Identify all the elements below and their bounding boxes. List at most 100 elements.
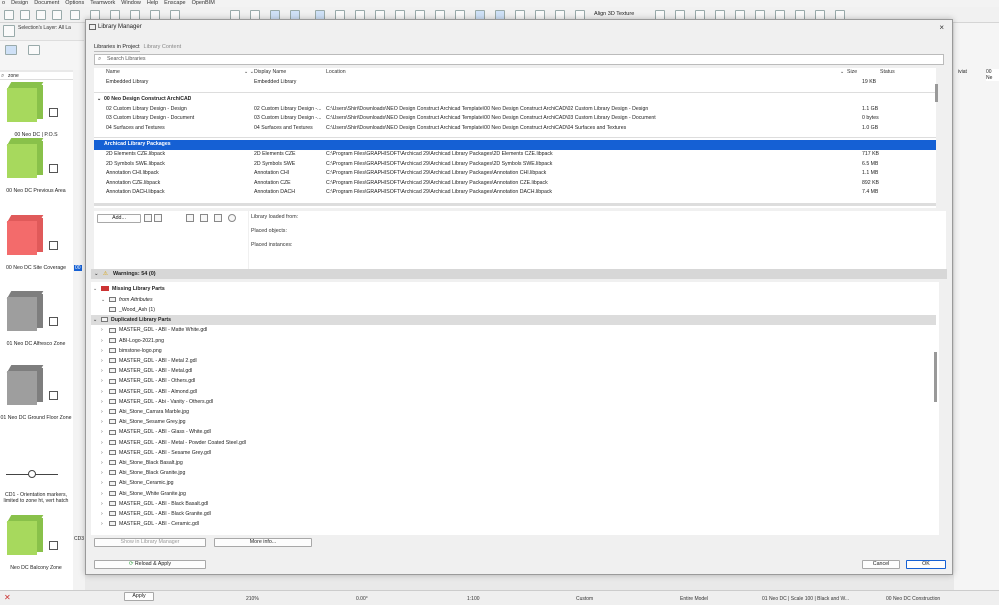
chevron-down-icon[interactable]: ⌄ [93,315,101,325]
col-name[interactable]: Name [106,69,120,75]
collapse-icon[interactable]: ⌄ [94,269,99,279]
pointer-icon[interactable] [70,10,80,20]
table-row[interactable]: 02 Custom Library Design - Design 02 Cust… [94,105,936,115]
reload-apply-button[interactable]: ⟳ Reload & Apply [94,560,206,569]
magic-wand-icon[interactable] [5,45,17,55]
selection-icon[interactable] [3,25,15,37]
palette-item[interactable]: Neo DC Balcony Zone [0,513,72,583]
menu-item-5[interactable]: Window [121,0,141,7]
menu-item-3[interactable]: Options [65,0,84,7]
table-row[interactable]: 2D Symbols SWE.libpack 2D Symbols SWE C:\P… [94,160,936,170]
menu-item-1[interactable]: Design [11,0,28,7]
tree-item[interactable]: › MASTER_GDL - ABI - Metal 2.gdl [91,356,197,366]
chevron-right-icon[interactable]: › [101,448,109,458]
col-size[interactable]: Size [847,69,857,75]
table-hscrollbar[interactable] [94,203,936,206]
col-display-name[interactable]: Display Name [254,69,286,75]
tree-item[interactable]: › MASTER_GDL - ABI - Black Granite.gdl [91,509,211,519]
menu-item-0[interactable]: o [2,0,5,7]
table-row[interactable]: 04 Surfaces and Textures 04 Surfaces and … [94,124,936,134]
info-icon[interactable] [228,214,236,222]
table-row[interactable]: Annotation CZE.libpack Annotation CZE C:\P… [94,179,936,189]
chevron-right-icon[interactable]: › [101,489,109,499]
col-location[interactable]: Location [326,69,346,75]
tree-item[interactable]: › Abi_Stone_White Granite.jpg [91,489,186,499]
tree-group-header[interactable]: ⌄ Duplicated Library Parts [91,314,936,325]
chevron-right-icon[interactable]: › [101,478,109,488]
construction-setting[interactable]: 00 Neo DC Construction [886,596,940,602]
tree-item[interactable]: › MASTER_GDL - ABI - Black Basalt.gdl [91,499,208,509]
table-row[interactable]: Annotation CHI.libpack Annotation CHI C:\P… [94,169,936,179]
menu-item-6[interactable]: Help [147,0,158,7]
zoom-value[interactable]: 210% [246,596,259,602]
tree-item[interactable]: › MASTER_GDL - ABI - Metal.gdl [91,366,192,376]
tree-item[interactable]: › MASTER_GDL - Abi - Vanity - Others.gdl [91,397,213,407]
tree-group-header[interactable]: ⌄ Missing Library Parts [91,284,165,294]
text-icon[interactable] [36,10,46,20]
tree-item[interactable]: › MASTER_GDL - ABI - Glass - White.gdl [91,427,211,437]
tree-item[interactable]: › MASTER_GDL - ABI - Metal - Powder Coate… [91,438,246,448]
chevron-right-icon[interactable]: › [101,356,109,366]
chevron-right-icon[interactable]: › [101,376,109,386]
tree-item[interactable]: › Abi_Stone_Carrara Marble.jpg [91,407,189,417]
table-row[interactable]: Annotation DACH.libpack Annotation DACH C:… [94,188,936,198]
palette-item[interactable]: 01 Neo DC Alfresco Zone [0,289,72,359]
warnings-header[interactable]: ⌄ ⚠ Warnings: 54 (0) [91,269,947,279]
tree-item[interactable]: › MASTER_GDL - ABI - Others.gdl [91,376,195,386]
tree-item[interactable]: › MASTER_GDL - ABI - Matte White.gdl [91,325,207,335]
tree-item[interactable]: › ABI-Logo-2021.png [91,336,164,346]
tree-item[interactable]: › MASTER_GDL - ABI - Sesame Grey.gdl [91,448,211,458]
chevron-right-icon[interactable]: › [101,519,109,529]
table-scrollbar[interactable] [935,84,938,102]
angle-value[interactable]: 0.00° [356,596,368,602]
col-status[interactable]: Status [880,69,895,75]
tree-item[interactable]: › Abi_Stone_Sesame Grey.jpg [91,417,186,427]
tab-libraries-in-project[interactable]: Libraries in Project [94,44,140,52]
ok-button[interactable]: OK [906,560,946,569]
tree-item[interactable]: › MASTER_GDL - ABI - Ceramic.gdl [91,519,199,529]
add-button[interactable]: Add... [97,214,141,223]
document-icon[interactable] [200,214,208,222]
table-row[interactable]: Archicad Library Packages [94,140,936,150]
sort-icon[interactable] [154,214,162,222]
chevron-down-icon[interactable]: ⌄ [101,295,109,305]
arrow-icon[interactable] [28,45,40,55]
more-info-button[interactable]: More info... [214,538,312,547]
chevron-right-icon[interactable]: › [101,336,109,346]
chevron-right-icon[interactable]: › [101,468,109,478]
chevron-right-icon[interactable]: › [101,427,109,437]
apply-button[interactable]: Apply [124,592,154,601]
chevron-right-icon[interactable]: › [101,509,109,519]
table-row[interactable]: Embedded Library Embedded Library 19 KB [94,78,936,88]
chevron-down-icon[interactable]: ⌄ [93,284,101,294]
tree-item[interactable]: › MASTER_GDL - ABI - Almond.gdl [91,387,197,397]
table-row[interactable]: ⌄ 00 Neo Design Construct ArchiCAD [94,95,936,105]
tree-item[interactable]: _Wood_Ash (1) [91,305,155,315]
group-chevron-icon[interactable]: ⌄ [97,95,101,105]
palette-item[interactable]: 00 Neo DC Site Coverage [0,213,72,283]
tree-item[interactable]: › Abi_Stone_Ceramic.jpg [91,478,174,488]
server-icon[interactable] [186,214,194,222]
cancel-button[interactable]: Cancel [862,560,900,569]
table-row[interactable]: 03 Custom Library Design - Document 03 Cu… [94,114,936,124]
view-setting[interactable]: 01 Neo DC | Scale 100 | Black and W... [762,596,849,602]
search-libraries-input[interactable]: ⌕ Search Libraries [94,54,944,65]
undo-icon[interactable] [4,10,14,20]
palette-item[interactable]: 01 Neo DC Ground Floor Zone [0,363,72,433]
chevron-right-icon[interactable]: › [101,397,109,407]
chevron-right-icon[interactable]: › [101,325,109,335]
dropdown-icon[interactable] [144,214,152,222]
chevron-right-icon[interactable]: › [101,499,109,509]
palette-item[interactable]: 00 Neo DC Previous Area [0,136,72,206]
menu-item-4[interactable]: Teamwork [90,0,115,7]
close-view-icon[interactable]: ✕ [4,593,11,602]
align-3d-texture-label[interactable]: Align 3D Texture [594,11,634,17]
tree-item[interactable]: ⌄ from Attributes [91,295,153,305]
table-row[interactable]: 2D Elements CZE.libpack 2D Elements CZE C:… [94,150,936,160]
chevron-right-icon[interactable]: › [101,366,109,376]
tab-library-content[interactable]: Library Content [144,44,182,52]
network-icon[interactable] [214,214,222,222]
tool-icon[interactable] [52,10,62,20]
tree-item[interactable]: › Abi_Stone_Black Granite.jpg [91,468,185,478]
chevron-right-icon[interactable]: › [101,417,109,427]
